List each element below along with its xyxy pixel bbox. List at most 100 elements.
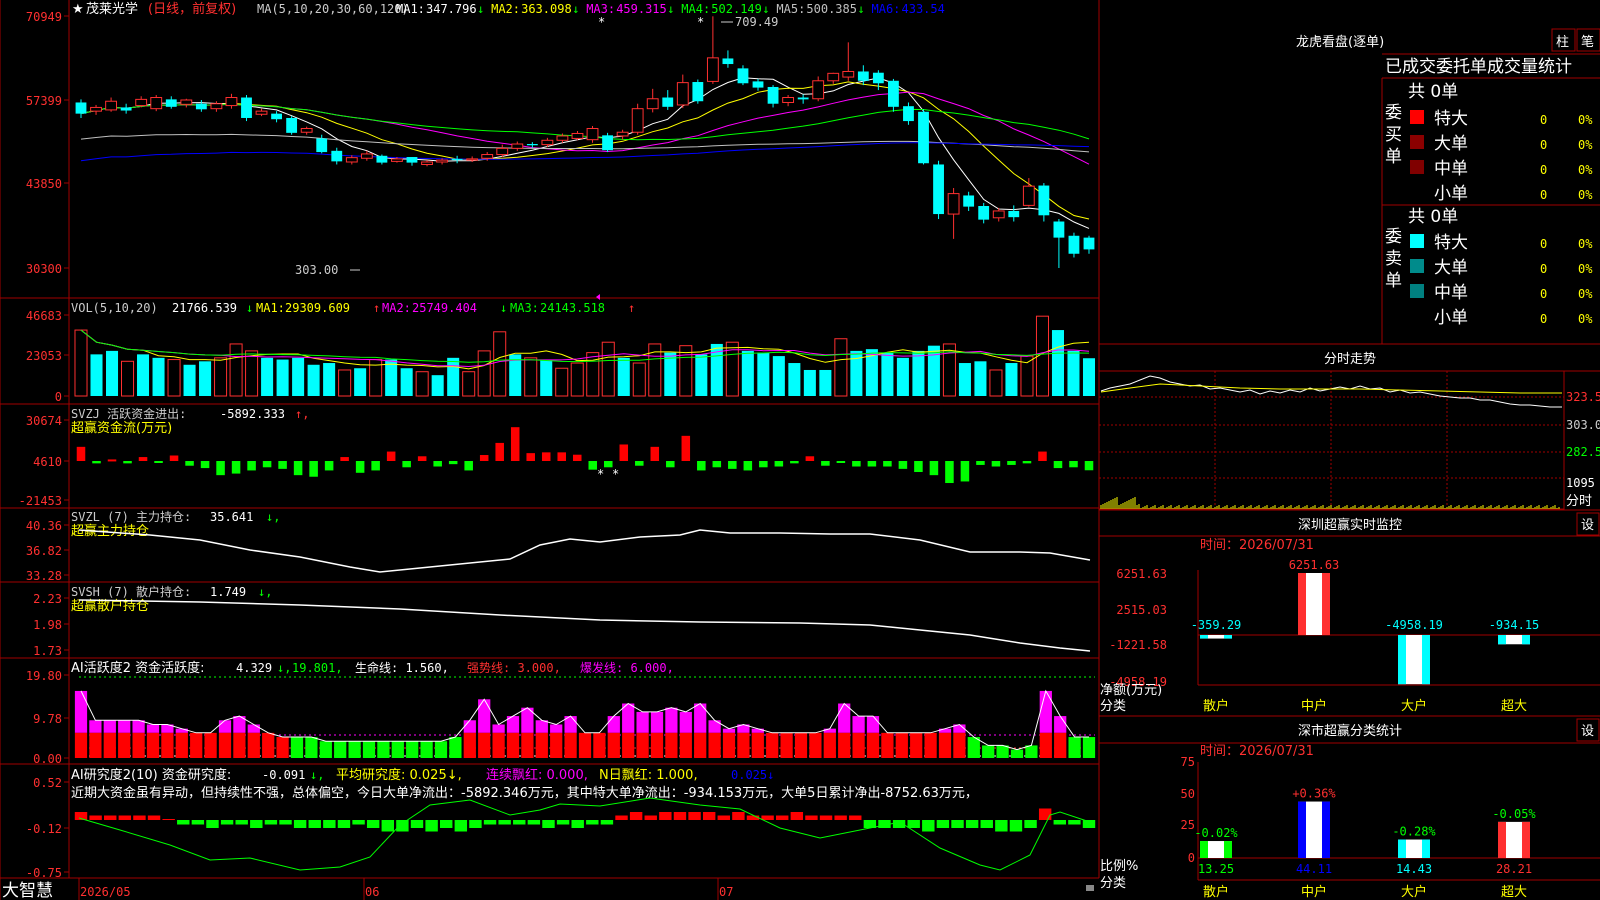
ai-active-bar[interactable] [938,732,952,758]
volume-bar[interactable] [555,367,569,397]
monitor-bars[interactable]: -359.29 散户 6251.63 中户 -4958.19 大户 -934.15 超大 [1191,558,1540,714]
ai-active-bar[interactable] [938,728,952,733]
svzj-bar[interactable] [743,461,753,471]
volume-bar[interactable] [1005,363,1018,396]
svzj-bar[interactable] [960,461,970,482]
ai-research-bar[interactable] [498,820,511,825]
volume-bar[interactable] [788,363,801,396]
volume-bar[interactable] [292,357,305,396]
ai-active-bar[interactable] [247,732,260,758]
ai-active-bar[interactable] [377,741,390,758]
ai-research-bar[interactable] [279,820,292,825]
ai-active-bar[interactable] [535,732,548,758]
candle[interactable] [1022,185,1035,206]
candle[interactable] [1068,235,1080,254]
candle[interactable] [586,128,599,141]
ai-active-bar[interactable] [406,741,419,758]
ai-active-bar[interactable] [262,732,275,758]
ai-active-bar[interactable] [118,732,131,758]
volume-bar[interactable] [772,356,785,396]
ai-research-bar[interactable] [600,820,614,825]
ai-active-bar[interactable] [463,732,476,758]
volume-bar[interactable] [323,363,336,396]
svzj-bar[interactable] [790,461,799,464]
ai-active-bar[interactable] [506,732,520,758]
svzj-bar[interactable] [1069,461,1078,468]
candle[interactable] [436,159,448,163]
monitor-settings-label[interactable]: 设 [1581,518,1594,533]
candle[interactable] [1038,185,1050,216]
ai-active-bar[interactable] [967,737,980,758]
svzj-bar[interactable] [231,461,241,474]
svzj-bar[interactable] [247,461,256,471]
ai-research-bar[interactable] [191,820,205,825]
ai-active-bar[interactable] [161,732,174,758]
ai-research-bar[interactable] [235,820,248,825]
ai-active-bar[interactable] [218,720,232,733]
bar-view-label[interactable]: 柱 [1556,35,1569,50]
ai-active-bar[interactable] [1039,732,1052,758]
ai-research-bar[interactable] [965,820,979,828]
candle[interactable] [992,210,1005,219]
ai-active-bar[interactable] [650,732,664,758]
ai-active-bar[interactable] [434,741,448,758]
ai-research-bar[interactable] [454,820,468,832]
candle[interactable] [511,143,524,149]
ai-active-bar[interactable] [233,732,246,758]
ai-active-bar[interactable] [722,732,736,758]
ai-research-bar[interactable] [220,820,234,825]
svzj-bar[interactable] [852,461,861,467]
svzj-bar[interactable] [681,435,691,461]
volume-bar[interactable] [958,363,971,396]
ai-research-bar[interactable] [381,820,394,832]
volume-bar[interactable] [74,329,88,397]
ai-active-bar[interactable] [766,732,779,758]
ai-active-bar[interactable] [636,732,649,758]
svzj-bar[interactable] [216,461,225,476]
ai-active-bar[interactable] [751,728,764,733]
ai-active-bar[interactable] [708,720,721,733]
volume-bar[interactable] [431,375,444,396]
volume-bar[interactable] [570,362,584,397]
svzj-bar[interactable] [619,444,629,461]
svzj-bar[interactable] [883,461,892,467]
svzj-bar[interactable] [371,461,380,471]
volume-bar[interactable] [601,341,615,397]
candle[interactable] [360,153,373,159]
ai-active-bar[interactable] [1054,732,1067,758]
classify-settings-label[interactable]: 设 [1581,724,1594,739]
candle[interactable] [180,99,193,105]
svzj-bar[interactable] [154,461,163,463]
volume-bar[interactable] [540,359,553,396]
svzj-bar[interactable] [464,461,473,471]
classify-bars[interactable]: -0.02% 13.25 散户 +0.36% 44.11 中户 -0.28% 14.43 大户 -… [1194,787,1536,900]
ai-active-bar[interactable] [535,720,548,733]
svzj-bar[interactable] [541,452,551,461]
ai-research-bar[interactable] [366,820,380,828]
ai-research-bar[interactable] [396,820,409,832]
ai-research-bar[interactable] [951,820,964,828]
ai-active-bar[interactable] [334,741,347,758]
svzj-bar[interactable] [836,461,846,463]
ai-research-bar[interactable] [644,815,657,821]
candle[interactable] [331,150,343,162]
ai-active-bar[interactable] [722,728,736,733]
candle[interactable] [286,117,298,133]
ai-active-bar[interactable] [478,699,491,733]
ai-research-bar[interactable] [440,820,453,828]
svzj-bar[interactable] [976,461,985,465]
volume-bar[interactable] [664,352,677,396]
svzj-bar[interactable] [309,461,318,477]
volume-bar[interactable] [152,357,165,396]
volume-bar[interactable] [415,371,429,397]
volume-bar[interactable] [261,357,274,396]
ai-research-bar[interactable] [995,820,1008,832]
volume-bar[interactable] [834,338,848,397]
ai-research-bar[interactable] [717,815,730,821]
svzj-bar[interactable] [1084,461,1094,471]
ai-active-bar[interactable] [146,724,160,733]
candle[interactable] [827,72,840,82]
svzj-bar[interactable] [510,427,520,461]
svzj-bar[interactable] [138,457,148,461]
ai-active-bar[interactable] [564,732,577,758]
